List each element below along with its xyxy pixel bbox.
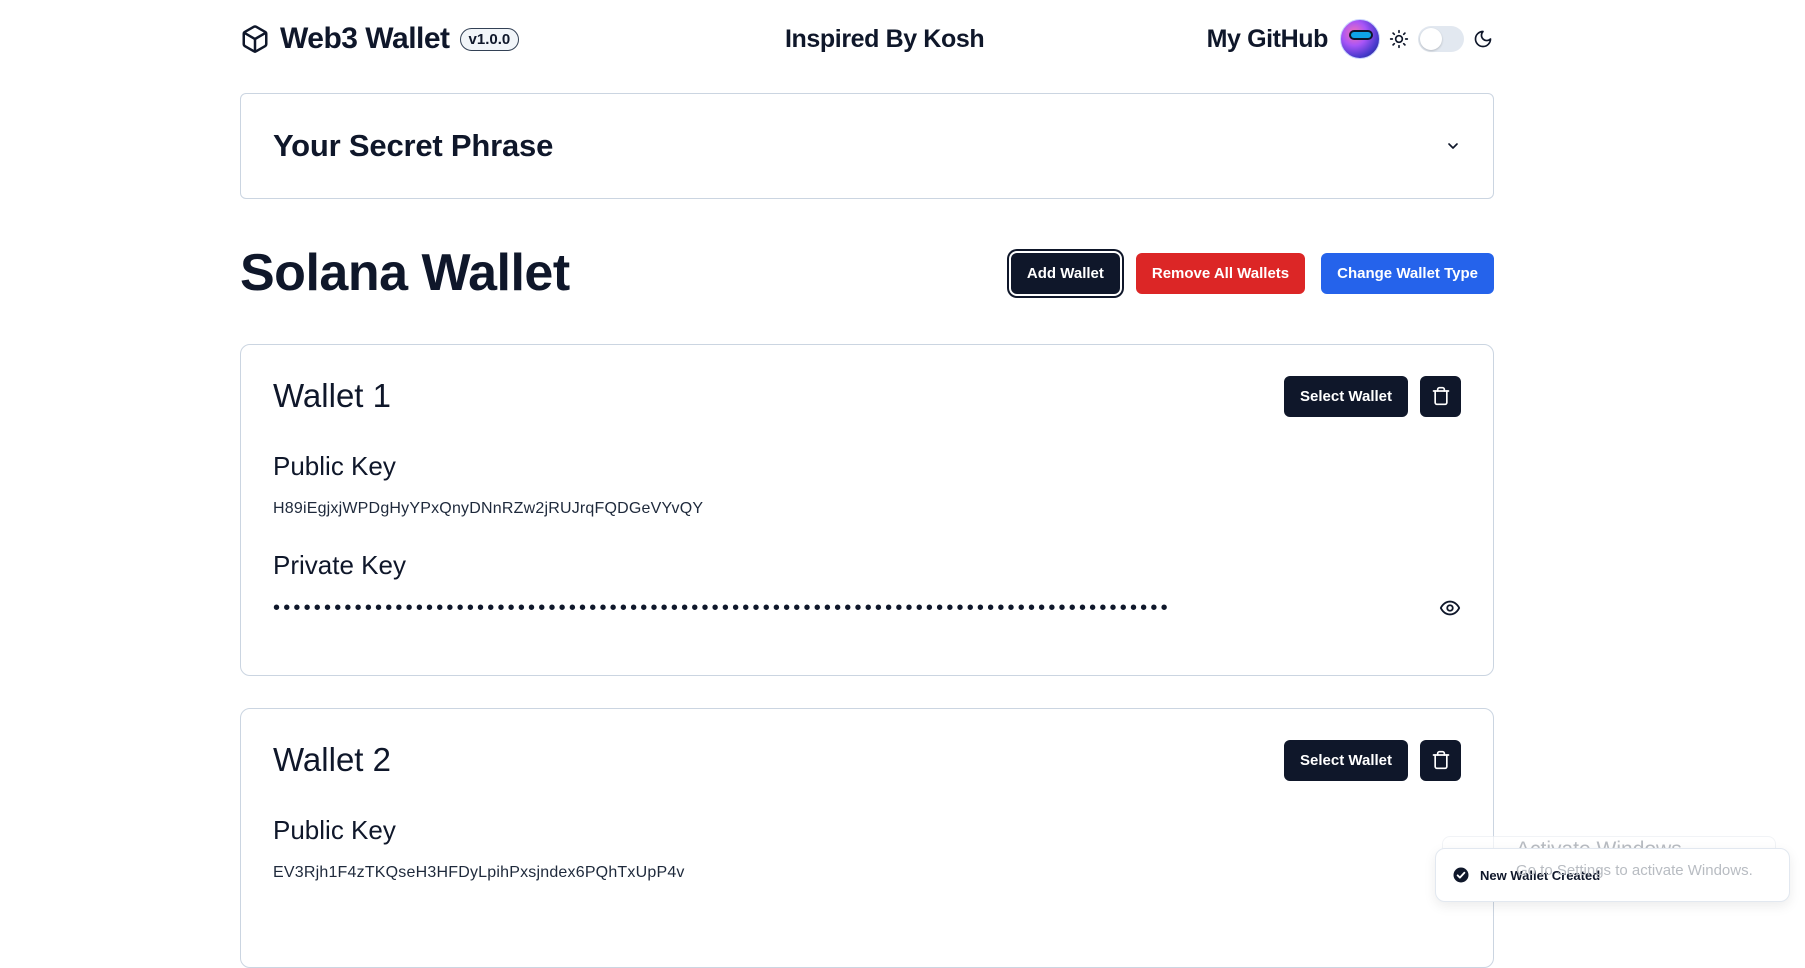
version-badge: v1.0.0 <box>459 27 520 51</box>
wallet-card-actions: Select Wallet <box>1284 739 1461 781</box>
select-wallet-button[interactable]: Select Wallet <box>1284 375 1408 417</box>
theme-toggle[interactable] <box>1418 26 1464 52</box>
private-key-label: Private Key <box>273 550 406 580</box>
delete-wallet-button[interactable] <box>1420 739 1461 781</box>
chevron-down-icon[interactable] <box>1445 138 1461 154</box>
check-circle-icon <box>1452 866 1470 884</box>
wallet-card: Wallet 2 Select Wallet Public Key EV3Rjh… <box>240 708 1494 968</box>
remove-all-wallets-button[interactable]: Remove All Wallets <box>1135 252 1306 294</box>
trash-icon <box>1431 386 1451 406</box>
wallet-section-header: Solana Wallet Add Wallet Remove All Wall… <box>240 240 1494 306</box>
public-key-label: Public Key <box>273 815 396 845</box>
private-key-value[interactable]: ••••••••••••••••••••••••••••••••••••••••… <box>273 598 1171 618</box>
tagline: Inspired By Kosh <box>785 24 985 53</box>
secret-phrase-accordion[interactable]: Your Secret Phrase <box>240 93 1494 199</box>
wallet-actions: Add Wallet Remove All Wallets Change Wal… <box>1010 252 1494 294</box>
wallet-card-header: Wallet 1 Select Wallet <box>273 375 1461 417</box>
moon-icon <box>1472 28 1494 50</box>
public-key-value[interactable]: EV3Rjh1F4zTKQseH3HFDyLpihPxsjndex6PQhTxU… <box>273 864 1461 882</box>
brand: Web3 Wallet v1.0.0 <box>240 22 520 56</box>
wallet-card: Wallet 1 Select Wallet Public Key H89iEg… <box>240 344 1494 676</box>
public-key-value[interactable]: H89iEgjxjWPDgHyYPxQnyDNnRZw2jRUJrqFQDGeV… <box>273 500 1461 518</box>
app-header: Web3 Wallet v1.0.0 Inspired By Kosh My G… <box>240 18 1494 60</box>
wallet-name: Wallet 1 <box>273 377 391 414</box>
toast-notification: New Wallet Created <box>1435 848 1790 902</box>
delete-wallet-button[interactable] <box>1420 375 1461 417</box>
brand-title: Web3 Wallet <box>280 22 450 55</box>
wallet-card-header: Wallet 2 Select Wallet <box>273 739 1461 781</box>
wallet-name: Wallet 2 <box>273 741 391 778</box>
change-wallet-type-button[interactable]: Change Wallet Type <box>1321 252 1494 294</box>
select-wallet-button[interactable]: Select Wallet <box>1284 739 1408 781</box>
cube-icon <box>240 24 270 54</box>
secret-phrase-title: Your Secret Phrase <box>273 128 554 163</box>
header-actions: My GitHub <box>1207 19 1494 59</box>
add-wallet-button[interactable]: Add Wallet <box>1010 252 1120 294</box>
eye-icon[interactable] <box>1439 597 1461 619</box>
github-link[interactable]: My GitHub <box>1207 25 1329 54</box>
section-title: Solana Wallet <box>240 244 570 302</box>
avatar[interactable] <box>1340 19 1380 59</box>
public-key-label: Public Key <box>273 451 396 481</box>
trash-icon <box>1431 750 1451 770</box>
private-key-row: ••••••••••••••••••••••••••••••••••••••••… <box>273 597 1461 619</box>
toast-message: New Wallet Created <box>1480 867 1601 883</box>
toggle-knob <box>1420 28 1442 50</box>
wallet-card-actions: Select Wallet <box>1284 375 1461 417</box>
sun-icon <box>1388 28 1410 50</box>
